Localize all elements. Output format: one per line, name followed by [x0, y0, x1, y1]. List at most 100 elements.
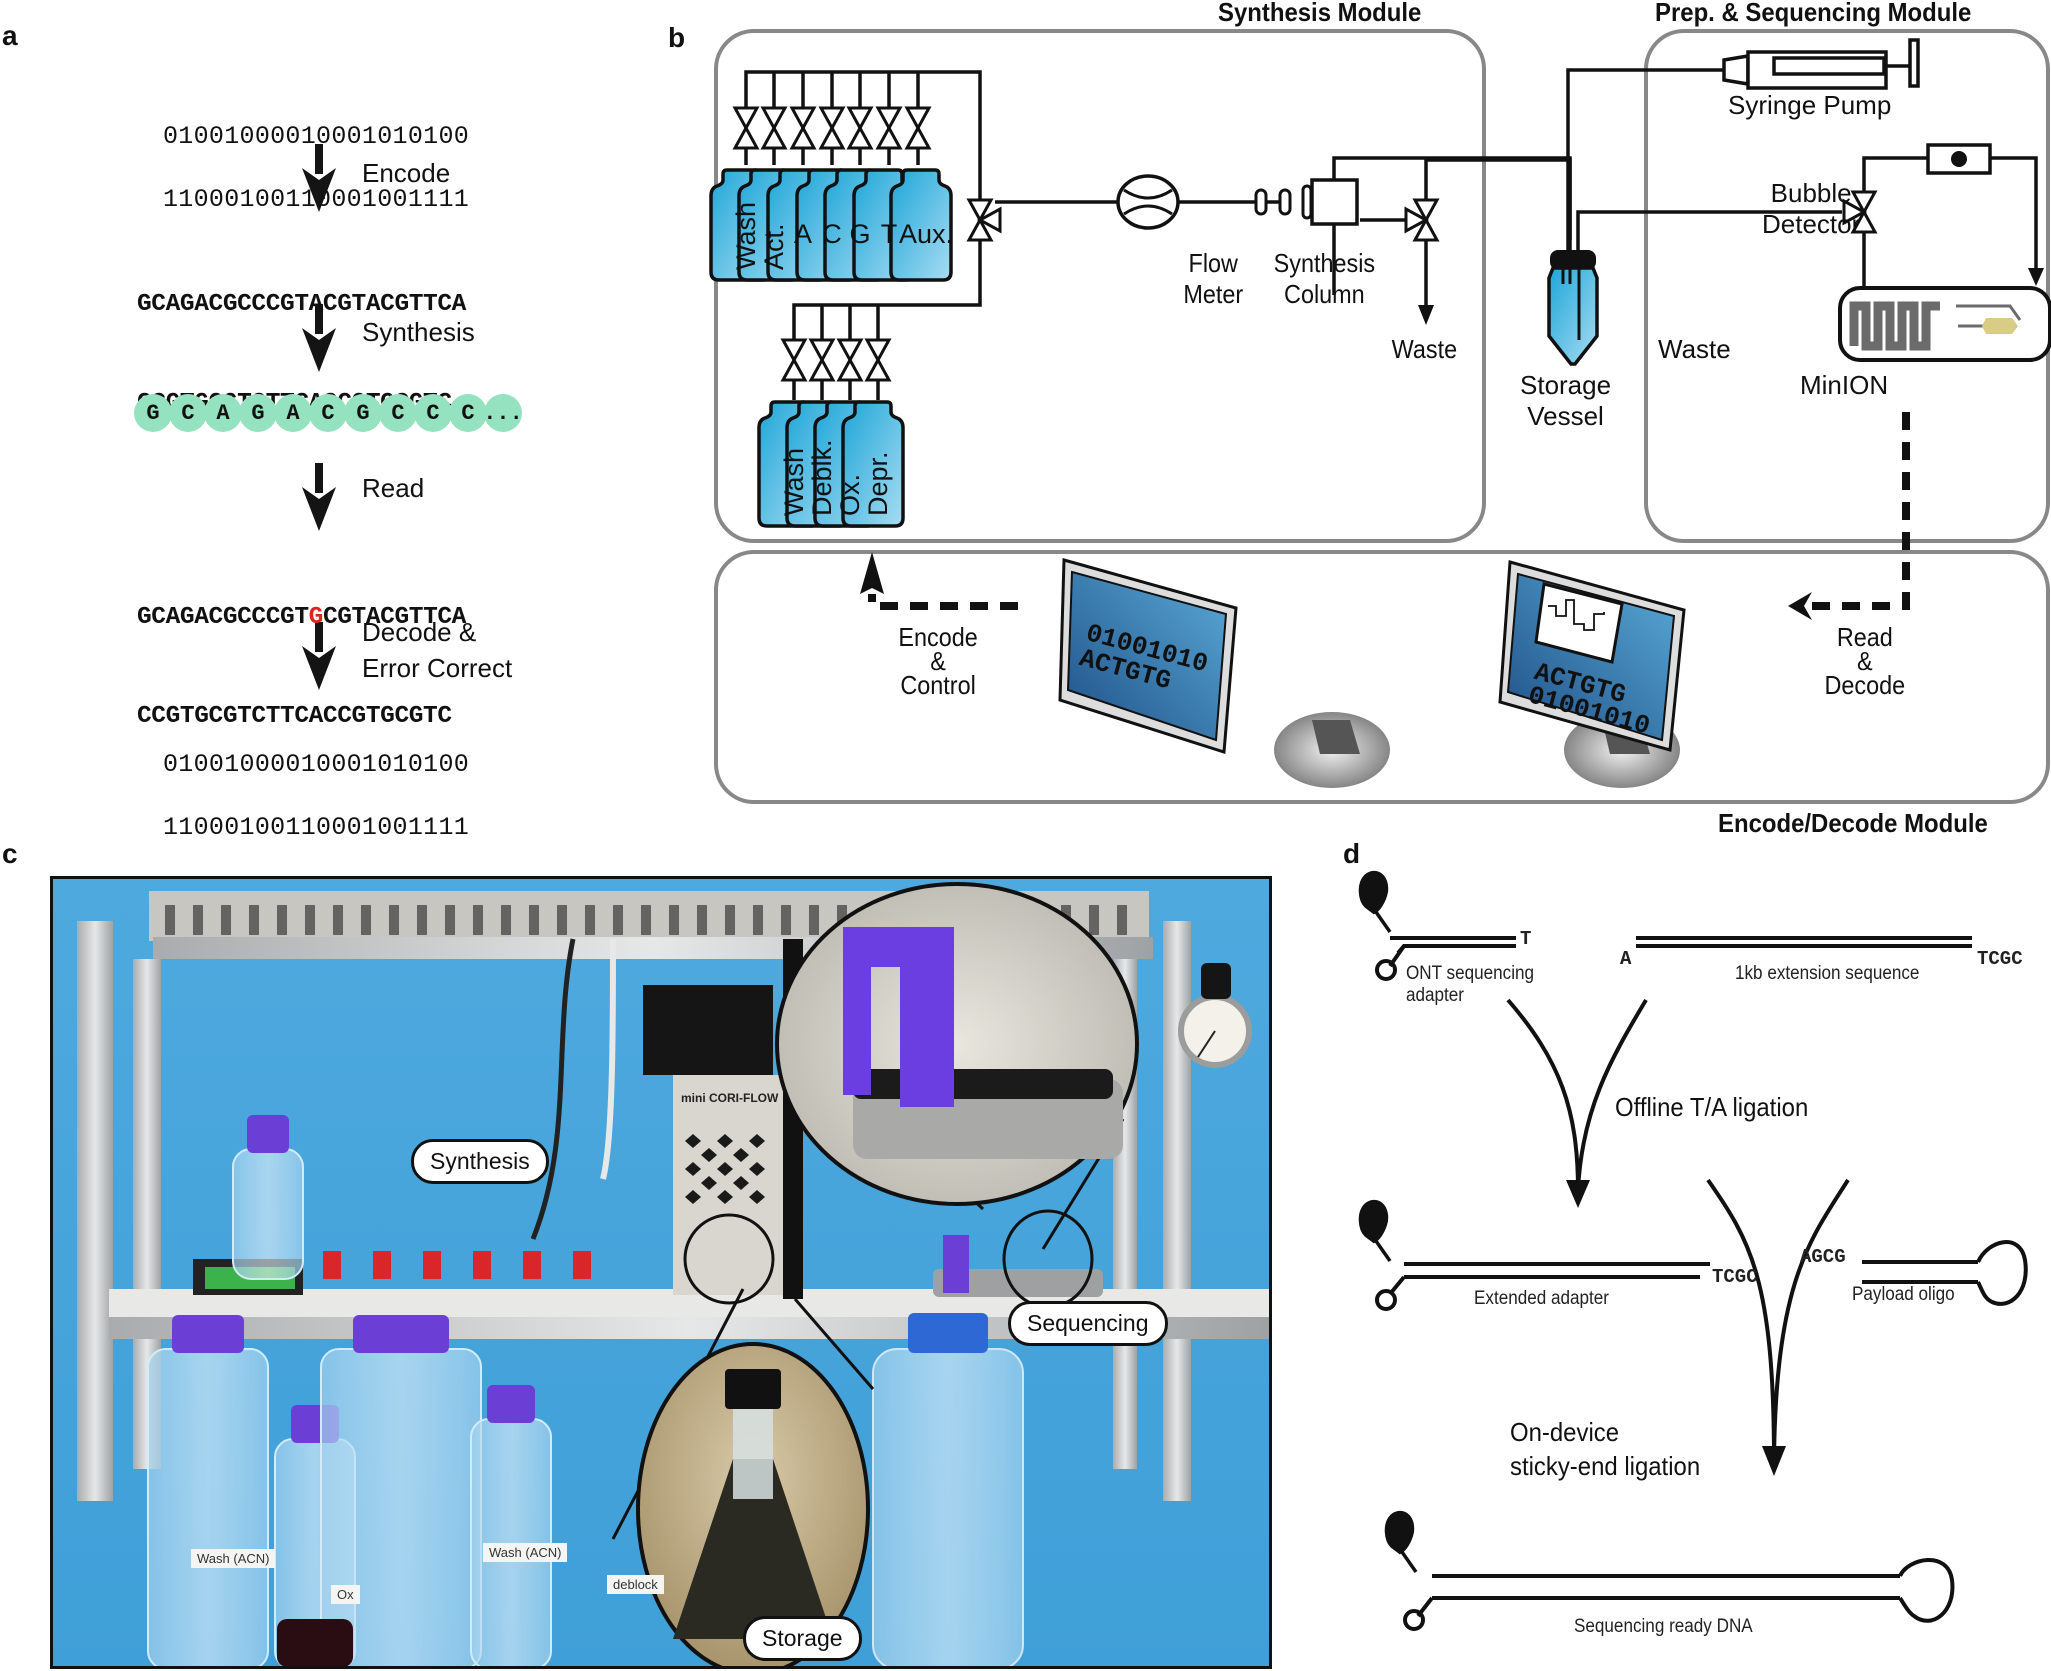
- bottle-label: Wash (ACN): [191, 1549, 276, 1568]
- cable-tray-slot: [221, 905, 231, 935]
- ont-adapter-label: ONT sequencing adapter: [1406, 963, 1534, 1007]
- extension-label: 1kb extension sequence: [1735, 963, 1920, 984]
- encode-decode-module-title: Encode/Decode Module: [1718, 808, 1988, 838]
- encode-control-label: Encode & Control: [898, 624, 977, 698]
- read-arrow-icon: [1788, 592, 1812, 620]
- bubble-detector-icon: [1926, 143, 1992, 175]
- minion-label: MinION: [1800, 370, 1889, 400]
- cable-tray-slot: [1117, 905, 1127, 935]
- oxidizer-solution: [277, 1619, 353, 1666]
- label-line: Vessel: [1527, 401, 1604, 431]
- reagent-bottle: [470, 1385, 552, 1666]
- nucleotide-bead: C: [169, 394, 207, 432]
- minion-icon: [1838, 286, 2051, 362]
- callout-storage: Storage: [743, 1616, 862, 1661]
- step-encode: Encode: [362, 158, 451, 188]
- label-line: Decode: [1824, 670, 1906, 700]
- bottle-label: deblock: [607, 1575, 664, 1594]
- valve-fitting: [373, 1251, 391, 1279]
- control-arrow-icon: [860, 552, 884, 594]
- label-line: sticky-end ligation: [1510, 1451, 1701, 1481]
- label-line: Meter: [1183, 279, 1244, 309]
- sequence-segment: CGTACGTTCA: [322, 604, 466, 631]
- cable-tray-slot: [557, 905, 567, 935]
- reagent-label: Wash: [731, 201, 761, 270]
- merge-arrow-icon: [1772, 1178, 1850, 1461]
- cable-tray-slot: [501, 905, 511, 935]
- nucleotide-bead: ...: [483, 394, 523, 432]
- cable-tray-slot: [781, 905, 791, 935]
- cable-tray-slot: [613, 905, 623, 935]
- sequence-segment: GCAGACGCCCGT: [137, 604, 309, 631]
- output-binary: 01001000010001010100 1100010011000100111…: [163, 712, 469, 880]
- valve-fitting: [423, 1251, 441, 1279]
- extended-adapter-end: TCGC: [1712, 1266, 1758, 1288]
- syringe-pump-icon: [1722, 38, 1920, 90]
- callout-sequencing: Sequencing: [1008, 1301, 1168, 1346]
- nucleotide-bead: G: [239, 394, 277, 432]
- reagent-bottle: [147, 1315, 269, 1666]
- selector-valve-icon: [966, 198, 1002, 242]
- valve-fitting: [523, 1251, 541, 1279]
- nucleotide-bead: C: [414, 394, 452, 432]
- data-flow-dashed-line: [1800, 412, 1910, 610]
- flow-meter-label: Flow Meter: [1183, 248, 1243, 310]
- nucleotide-bead: G: [134, 394, 172, 432]
- extension-left-base: A: [1620, 948, 1632, 970]
- nucleotide-bead: C: [309, 394, 347, 432]
- cable-tray-slot: [193, 905, 203, 935]
- cable-tray-slot: [473, 905, 483, 935]
- step-offline-ligation: Offline T/A ligation: [1615, 1092, 1809, 1122]
- arrow-head-icon: [1762, 1446, 1786, 1476]
- sequencing-ready-dna-icon: [1384, 1510, 1955, 1631]
- adapter-overhang: T: [1520, 928, 1532, 950]
- reagent-label: Deblk.: [807, 439, 837, 516]
- storage-vessel-icon: [1547, 250, 1599, 366]
- bubble-detector-label: Bubble Detector: [1762, 178, 1860, 240]
- synthesis-column-body: [1278, 188, 1292, 216]
- merge-arrow-icon: [1706, 1178, 1776, 1461]
- output-binary-line: 01001000010001010100: [163, 750, 470, 779]
- cable-tray-slot: [641, 905, 651, 935]
- synthesis-column-label: Synthesis Column: [1274, 248, 1375, 310]
- cable-tray-slot: [725, 905, 735, 935]
- label-line: ONT sequencing: [1406, 963, 1535, 984]
- cable-tray-slot: [165, 905, 175, 935]
- prep-waste-label: Waste: [1658, 334, 1731, 364]
- panel-letter-a: a: [2, 20, 18, 51]
- cable-tray-slot: [697, 905, 707, 935]
- arrow-down-icon: [302, 144, 336, 212]
- label-line: Storage: [1520, 370, 1612, 400]
- cable-tray-slot: [809, 905, 819, 935]
- label-line: Detector: [1762, 209, 1861, 239]
- waste-valve-icon: [1404, 198, 1440, 242]
- label-line: Column: [1284, 279, 1365, 309]
- cable-tray-slot: [445, 905, 455, 935]
- waste-arrow-icon: [1418, 305, 1434, 325]
- reagent-bottle: [320, 1315, 482, 1666]
- sequencing-error-base: G: [308, 604, 324, 631]
- bottle-label: Wash (ACN): [483, 1543, 568, 1562]
- control-dashed-line: [868, 594, 1018, 610]
- nucleotide-bead: A: [274, 394, 312, 432]
- cable-tray-slot: [753, 905, 763, 935]
- label-line: On-device: [1510, 1417, 1620, 1447]
- arrow-head-icon: [1566, 1180, 1590, 1208]
- cable-tray-slot: [361, 905, 371, 935]
- label-line: Synthesis: [1273, 248, 1376, 278]
- payload-oligo-label: Payload oligo: [1852, 1284, 1955, 1305]
- nucleotide-bead: A: [204, 394, 242, 432]
- fluidic-schematic: [709, 29, 2051, 804]
- reagent-valves-upper: [733, 106, 931, 150]
- cable-tray-slot: [305, 905, 315, 935]
- cable-tray-slot: [333, 905, 343, 935]
- panel-letter-b: b: [668, 22, 686, 53]
- read-decode-label: Read & Decode: [1824, 624, 1906, 700]
- cable-tray-slot: [277, 905, 287, 935]
- merge-arrow-icon: [1506, 998, 1580, 1191]
- extended-adapter-label: Extended adapter: [1474, 1288, 1610, 1309]
- cable-tray-slot: [529, 905, 539, 935]
- platform-photo: Synthesis Sequencing Storage Wash (ACN) …: [50, 876, 1272, 1669]
- nucleotide-bead: C: [449, 394, 487, 432]
- step-on-device-ligation: On-device sticky-end ligation: [1510, 1415, 1700, 1483]
